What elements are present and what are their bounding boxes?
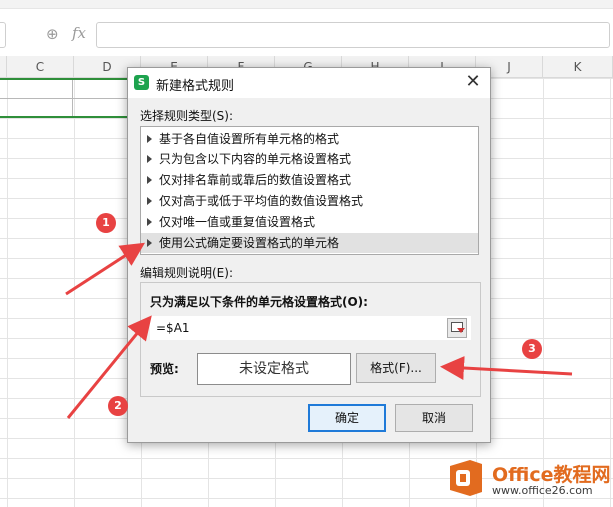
ok-button[interactable]: 确定 <box>308 404 386 432</box>
zoom-icon[interactable]: ⊕ <box>46 25 59 43</box>
name-box[interactable] <box>0 22 6 48</box>
selected-cell-range[interactable] <box>0 78 140 118</box>
ribbon-edge <box>0 0 613 9</box>
rule-type-item[interactable]: 仅对高于或低于平均值的数值设置格式 <box>141 191 478 211</box>
rule-type-list[interactable]: 基于各自值设置所有单元格的格式 只为包含以下内容的单元格设置格式 仅对排名靠前或… <box>140 126 479 255</box>
watermark-title: Office教程网 <box>492 464 611 486</box>
format-button[interactable]: 格式(F)... <box>356 353 436 383</box>
rule-type-item[interactable]: 只为包含以下内容的单元格设置格式 <box>141 149 478 169</box>
formula-input[interactable] <box>96 22 610 48</box>
rule-type-item[interactable]: 仅对唯一值或重复值设置格式 <box>141 212 478 232</box>
expand-triangle-icon <box>147 197 152 205</box>
column-header-edge <box>0 56 7 78</box>
step-badge-1: 1 <box>96 213 116 233</box>
expand-triangle-icon <box>147 155 152 163</box>
column-header-k[interactable]: K <box>543 56 613 78</box>
rule-type-item-selected[interactable]: 使用公式确定要设置格式的单元格 <box>141 233 478 253</box>
step-badge-3: 3 <box>522 339 542 359</box>
preview-label: 预览: <box>150 362 179 376</box>
cancel-button[interactable]: 取消 <box>395 404 473 432</box>
watermark-url: www.office26.com <box>492 484 593 497</box>
column-divider <box>72 80 73 116</box>
formula-bar: ⊕ fx <box>0 22 613 50</box>
row-divider <box>0 98 140 99</box>
rule-type-item[interactable]: 仅对排名靠前或靠后的数值设置格式 <box>141 170 478 190</box>
range-arrow-shape <box>457 328 465 333</box>
edit-rule-label: 编辑规则说明(E): <box>140 266 233 280</box>
step-badge-2: 2 <box>108 396 128 416</box>
spreadsheet-app-icon: S <box>134 75 149 90</box>
office-logo-icon <box>450 460 482 496</box>
preview-box: 未设定格式 <box>197 353 351 385</box>
expand-triangle-icon <box>147 176 152 184</box>
rule-type-item[interactable]: 基于各自值设置所有单元格的格式 <box>141 129 478 149</box>
condition-label: 只为满足以下条件的单元格设置格式(O): <box>150 295 368 309</box>
new-format-rule-dialog: S 新建格式规则 ✕ 选择规则类型(S): 基于各自值设置所有单元格的格式 只为… <box>127 67 491 443</box>
rule-description-box: 只为满足以下条件的单元格设置格式(O): =$A1 预览: 未设定格式 格式(F… <box>140 282 481 397</box>
expand-triangle-icon <box>147 239 152 247</box>
dialog-title: 新建格式规则 <box>156 79 235 94</box>
expand-triangle-icon <box>147 135 152 143</box>
formula-field[interactable]: =$A1 <box>150 316 471 340</box>
range-select-icon[interactable] <box>447 318 467 338</box>
fx-icon[interactable]: fx <box>72 24 86 42</box>
dialog-titlebar[interactable]: S 新建格式规则 ✕ <box>128 68 490 98</box>
expand-triangle-icon <box>147 218 152 226</box>
rule-type-label: 选择规则类型(S): <box>140 109 234 123</box>
column-header-c[interactable]: C <box>7 56 74 78</box>
close-icon[interactable]: ✕ <box>462 71 484 93</box>
